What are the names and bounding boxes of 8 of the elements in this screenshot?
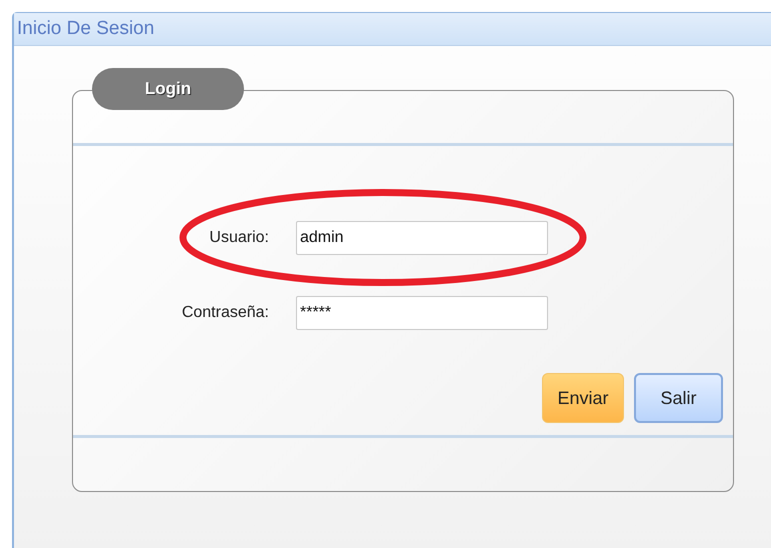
window-title: Inicio De Sesion bbox=[17, 18, 154, 40]
username-field[interactable]: admin bbox=[296, 221, 548, 255]
submit-button[interactable]: Enviar bbox=[542, 373, 624, 423]
field-label: Usuario: bbox=[208, 229, 269, 247]
field-label: Contraseña: bbox=[180, 304, 269, 322]
password-field[interactable]: ***** bbox=[296, 296, 548, 330]
exit-button[interactable]: Salir bbox=[634, 373, 723, 423]
panel-title: Login bbox=[92, 68, 244, 110]
